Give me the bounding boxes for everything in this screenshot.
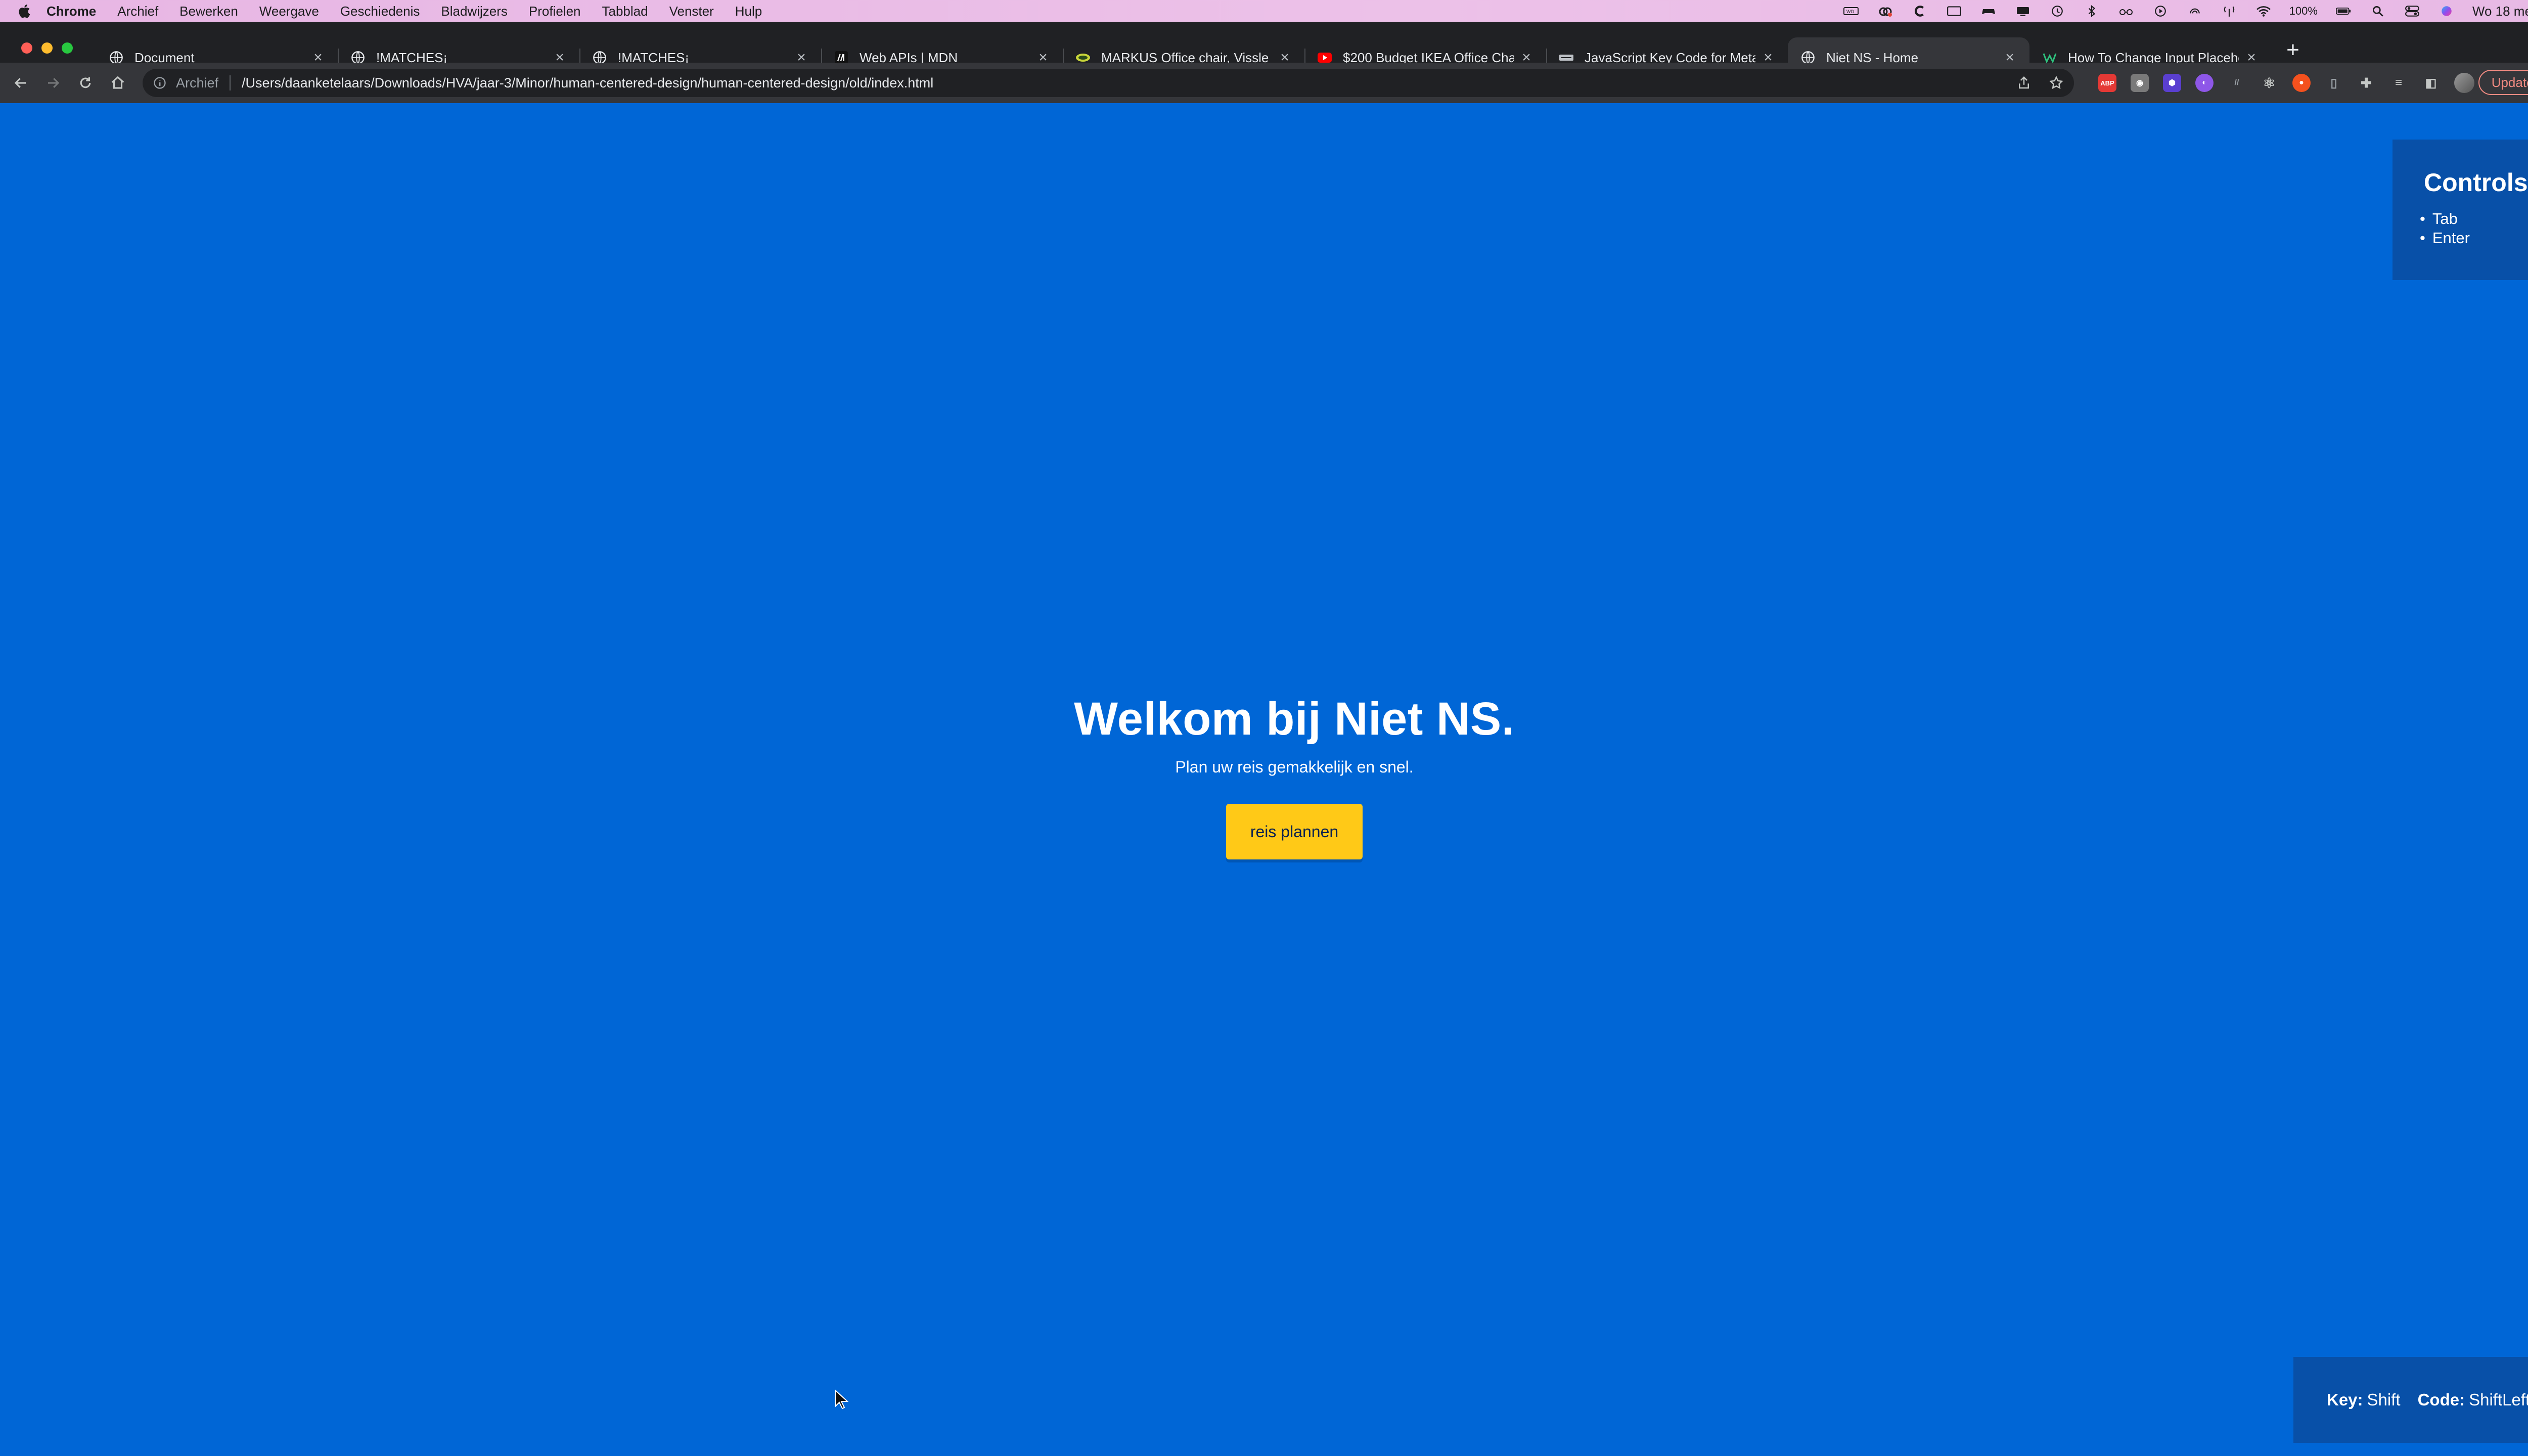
bluetooth-icon[interactable] bbox=[2083, 5, 2100, 18]
menubar-clock[interactable]: Wo 18 mei 19:19 bbox=[2472, 4, 2528, 19]
controls-item-tab: Tab bbox=[2424, 209, 2528, 229]
menu-tabblad[interactable]: Tabblad bbox=[602, 4, 648, 19]
menu-app-name[interactable]: Chrome bbox=[47, 4, 96, 19]
display-icon[interactable] bbox=[2014, 5, 2032, 18]
puzzle-extensions-icon[interactable]: ✚ bbox=[2357, 74, 2375, 92]
wd-icon[interactable]: WD bbox=[1842, 5, 1860, 18]
status-area: WD 100% Wo 18 mei 19:19 bbox=[1842, 0, 2528, 22]
battery-percentage: 100% bbox=[2289, 5, 2318, 17]
camera-icon[interactable]: ◉ bbox=[2131, 74, 2149, 92]
creative-cloud-icon[interactable] bbox=[1877, 5, 1894, 18]
menu-archief[interactable]: Archief bbox=[117, 4, 158, 19]
play-icon[interactable] bbox=[2152, 5, 2169, 18]
new-tab-button[interactable]: + bbox=[2280, 37, 2306, 63]
window-close-button[interactable] bbox=[21, 42, 32, 54]
macos-menu-bar: Chrome Archief Bewerken Weergave Geschie… bbox=[0, 0, 2528, 22]
orange-extension-icon[interactable]: ● bbox=[2292, 74, 2311, 92]
update-button[interactable]: Updaten ⋮ bbox=[2478, 70, 2528, 95]
glasses-icon[interactable] bbox=[2117, 5, 2135, 18]
svg-text:WD: WD bbox=[1846, 9, 1854, 14]
extensions-area: ABP ◉ ⬢ ◐ // ⚛ ● ▯ ✚ ≡ ◧ bbox=[2098, 69, 2474, 97]
search-icon[interactable] bbox=[2369, 5, 2386, 18]
home-icon[interactable] bbox=[106, 71, 129, 95]
hero-section: Welkom bij Niet NS. Plan uw reis gemakke… bbox=[0, 693, 2528, 859]
purple-extension-icon[interactable]: ◐ bbox=[2195, 74, 2214, 92]
mouse-cursor-icon bbox=[835, 1389, 848, 1409]
key-pair: Key: Shift bbox=[2327, 1390, 2401, 1409]
update-button-label: Updaten bbox=[2491, 74, 2528, 90]
controls-list: Tab Enter bbox=[2424, 209, 2528, 248]
side-panel-icon[interactable]: ◧ bbox=[2422, 74, 2440, 92]
address-separator bbox=[230, 75, 231, 90]
bookmark-star-icon[interactable] bbox=[2049, 75, 2064, 90]
menu-geschiedenis[interactable]: Geschiedenis bbox=[340, 4, 420, 19]
controller-icon[interactable] bbox=[1980, 5, 1997, 18]
menu-bladwijzers[interactable]: Bladwijzers bbox=[441, 4, 508, 19]
apple-menu-icon[interactable] bbox=[18, 4, 31, 19]
menu-venster[interactable]: Venster bbox=[669, 4, 714, 19]
wifi-icon[interactable] bbox=[2255, 5, 2272, 18]
reading-list-icon[interactable]: ≡ bbox=[2389, 74, 2408, 92]
key-info-panel: Key: Shift Code: ShiftLeft bbox=[2293, 1357, 2528, 1443]
page-title: Welkom bij Niet NS. bbox=[1074, 693, 1515, 745]
battery-icon[interactable] bbox=[2335, 5, 2352, 18]
time-machine-icon[interactable] bbox=[2049, 5, 2066, 18]
frame-extension-icon[interactable]: ▯ bbox=[2325, 74, 2343, 92]
code-value: ShiftLeft bbox=[2469, 1390, 2528, 1409]
reload-icon[interactable] bbox=[74, 71, 97, 95]
menu-profielen[interactable]: Profielen bbox=[529, 4, 581, 19]
address-scheme-label: Archief bbox=[176, 75, 219, 90]
controls-title: Controls bbox=[2424, 168, 2528, 197]
forward-arrow-icon[interactable] bbox=[41, 71, 65, 95]
code-label: Code: bbox=[2417, 1390, 2465, 1409]
slash-extension-icon[interactable]: // bbox=[2228, 74, 2246, 92]
page-subtitle: Plan uw reis gemakkelijk en snel. bbox=[1175, 758, 1414, 776]
react-icon[interactable]: ⚛ bbox=[2260, 74, 2278, 92]
page-viewport: Controls Tab Enter Welkom bij Niet NS. P… bbox=[0, 103, 2528, 1456]
back-arrow-icon[interactable] bbox=[9, 71, 32, 95]
c-icon[interactable] bbox=[1911, 5, 1928, 18]
browser-toolbar: Archief /Users/daanketelaars/Downloads/H… bbox=[0, 63, 2528, 103]
adblock-icon[interactable]: ABP bbox=[2098, 74, 2116, 92]
plan-trip-button[interactable]: reis plannen bbox=[1226, 804, 1363, 859]
airdrop-icon[interactable] bbox=[2186, 5, 2203, 18]
omnibox-actions bbox=[2016, 75, 2064, 90]
key-label: Key: bbox=[2327, 1390, 2363, 1409]
controls-panel: Controls Tab Enter bbox=[2392, 140, 2528, 280]
screen-icon[interactable] bbox=[1946, 5, 1963, 18]
window-minimize-button[interactable] bbox=[41, 42, 53, 54]
antenna-icon[interactable] bbox=[2221, 5, 2238, 18]
info-icon[interactable] bbox=[153, 76, 167, 90]
siri-icon[interactable] bbox=[2438, 5, 2455, 18]
hexagon-extension-icon[interactable]: ⬢ bbox=[2163, 74, 2181, 92]
address-url[interactable]: /Users/daanketelaars/Downloads/HVA/jaar-… bbox=[242, 75, 933, 91]
profile-avatar[interactable] bbox=[2454, 73, 2474, 93]
share-icon[interactable] bbox=[2016, 75, 2032, 90]
menu-hulp[interactable]: Hulp bbox=[735, 4, 762, 19]
control-center-icon[interactable] bbox=[2404, 5, 2421, 18]
window-zoom-button[interactable] bbox=[62, 42, 73, 54]
key-value: Shift bbox=[2367, 1390, 2401, 1409]
controls-item-enter: Enter bbox=[2424, 229, 2528, 248]
address-bar[interactable]: Archief /Users/daanketelaars/Downloads/H… bbox=[143, 69, 2074, 97]
code-pair: Code: ShiftLeft bbox=[2418, 1390, 2528, 1409]
menu-bewerken[interactable]: Bewerken bbox=[179, 4, 238, 19]
menu-weergave[interactable]: Weergave bbox=[259, 4, 319, 19]
